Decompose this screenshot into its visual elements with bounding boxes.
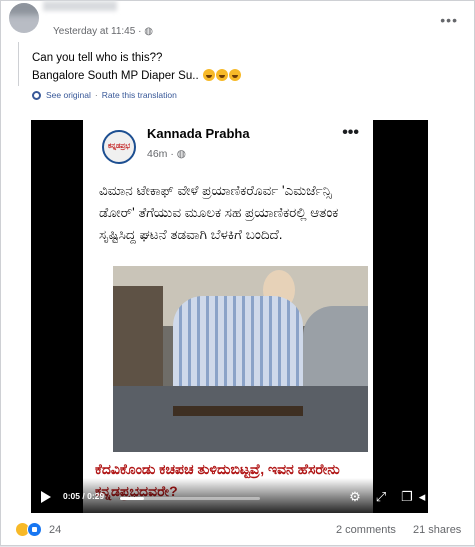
time-readout: 0:05 / 0:29	[63, 491, 105, 501]
rate-translation-link[interactable]: Rate this translation	[102, 90, 177, 100]
post-footer: 24 2 comments 21 shares	[1, 519, 475, 547]
embedded-time: 46m · ◍	[147, 148, 186, 160]
airplane-passenger-photo	[113, 266, 368, 452]
progress-bar[interactable]	[120, 497, 260, 500]
laughing-emoji-icon	[228, 69, 241, 81]
laughing-emoji-icon	[215, 69, 228, 81]
fullscreen-icon[interactable]: ⤢	[374, 490, 388, 504]
progress-fill	[120, 497, 144, 500]
laughing-emoji-icon	[202, 69, 215, 81]
separator: ·	[94, 90, 98, 100]
settings-icon[interactable]: ⚙	[348, 490, 362, 504]
post-card: Yesterday at 11:45 · ◍ ••• Can you tell …	[0, 0, 475, 546]
timestamp-separator: ·	[138, 26, 142, 37]
embedded-more-icon: •••	[342, 124, 359, 141]
comments-link[interactable]: 2 comments	[336, 524, 396, 536]
post-text-line1: Can you tell who is this??	[32, 52, 163, 64]
post-timestamp[interactable]: Yesterday at 11:45 · ◍	[53, 26, 153, 37]
gear-icon[interactable]	[32, 90, 41, 100]
shares-link[interactable]: 21 shares	[413, 524, 461, 536]
redacted-author-name	[43, 1, 117, 11]
video-player[interactable]: ಕನ್ನಡಪ್ರಭ Kannada Prabha 46m · ◍ ••• ವಿಮ…	[31, 120, 428, 513]
more-options-icon[interactable]: •••	[440, 12, 458, 28]
quote-bar	[18, 42, 19, 86]
video-controls: 0:05 / 0:29 ⚙ ⤢ ❐ ◂	[31, 478, 428, 513]
post-text: Can you tell who is this?? Bangalore Sou…	[32, 49, 241, 85]
volume-icon[interactable]: ◂	[417, 490, 427, 504]
embedded-kannada-text: ವಿಮಾನ ಟೇಕಾಫ್ ವೇಳೆ ಪ್ರಯಾಣಿಕರೊರ್ವ 'ಎಮರ್ಜೆನ…	[99, 183, 339, 242]
reaction-count[interactable]: 24	[49, 524, 61, 536]
avatar[interactable]	[9, 3, 39, 33]
embedded-page-name: Kannada Prabha	[147, 126, 250, 141]
picture-in-picture-icon[interactable]: ❐	[400, 490, 414, 504]
see-original-link[interactable]: See original	[46, 90, 91, 100]
post-text-line2-text: Bangalore South MP Diaper Su..	[32, 70, 199, 82]
post-text-line2: Bangalore South MP Diaper Su..	[32, 67, 241, 85]
timestamp-text[interactable]: Yesterday at 11:45	[53, 26, 135, 37]
like-reaction-icon[interactable]	[27, 522, 42, 537]
embedded-post-screenshot: ಕನ್ನಡಪ್ರಭ Kannada Prabha 46m · ◍ ••• ವಿಮ…	[83, 120, 373, 513]
embedded-time-text: 46m	[147, 148, 168, 160]
public-globe-icon: ◍	[144, 26, 153, 37]
play-icon[interactable]	[41, 491, 51, 503]
translation-row: See original · Rate this translation	[32, 90, 177, 100]
kannada-prabha-logo: ಕನ್ನಡಪ್ರಭ	[102, 130, 136, 164]
post-header: Yesterday at 11:45 · ◍ •••	[1, 1, 475, 37]
